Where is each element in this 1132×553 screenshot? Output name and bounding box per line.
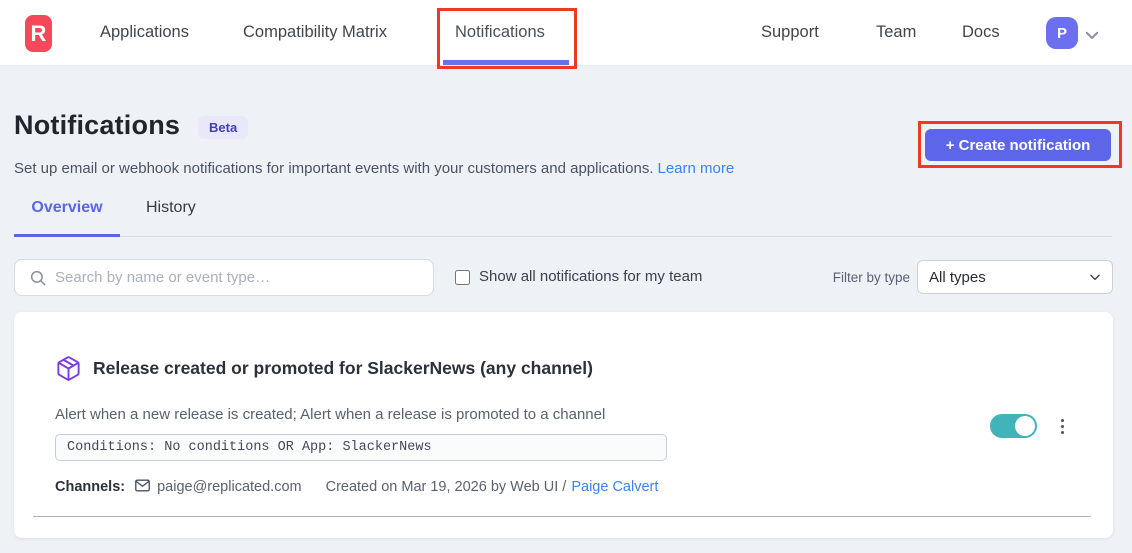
show-all-notifications-label[interactable]: Show all notifications for my team xyxy=(479,268,702,285)
package-icon xyxy=(55,355,82,387)
nav-item-support[interactable]: Support xyxy=(761,23,819,42)
search-icon xyxy=(29,269,47,292)
kebab-menu-icon[interactable] xyxy=(1054,414,1070,438)
beta-badge: Beta xyxy=(198,116,248,139)
show-all-notifications-checkbox[interactable] xyxy=(455,270,470,285)
filter-type-select-wrap: All types xyxy=(917,260,1113,294)
notification-conditions: Conditions: No conditions OR App: Slacke… xyxy=(55,434,667,461)
toggle-knob xyxy=(1015,416,1035,436)
channels-label: Channels: xyxy=(55,479,125,495)
top-nav: R Applications Compatibility Matrix Noti… xyxy=(0,0,1132,66)
card-divider xyxy=(33,516,1091,517)
notification-card: Release created or promoted for SlackerN… xyxy=(14,312,1113,538)
user-avatar[interactable]: P xyxy=(1046,17,1078,49)
page-description: Set up email or webhook notifications fo… xyxy=(14,160,734,177)
tab-history[interactable]: History xyxy=(146,199,196,217)
tab-active-underline xyxy=(14,234,120,237)
notifications-page: R Applications Compatibility Matrix Noti… xyxy=(0,0,1132,553)
nav-item-applications[interactable]: Applications xyxy=(100,23,189,42)
page-description-text: Set up email or webhook notifications fo… xyxy=(14,160,654,177)
replicated-logo[interactable]: R xyxy=(25,15,52,52)
nav-active-indicator xyxy=(443,60,569,65)
filter-type-select[interactable]: All types xyxy=(917,260,1113,294)
search-input[interactable] xyxy=(55,261,425,294)
learn-more-link[interactable]: Learn more xyxy=(658,160,735,177)
nav-item-compatibility-matrix[interactable]: Compatibility Matrix xyxy=(243,23,387,42)
nav-item-docs[interactable]: Docs xyxy=(962,23,1000,42)
created-by-link[interactable]: Paige Calvert xyxy=(571,479,658,495)
filter-by-type-label: Filter by type xyxy=(816,270,910,285)
notification-title: Release created or promoted for SlackerN… xyxy=(93,358,593,379)
channels-row: Channels: paige@replicated.com Created o… xyxy=(55,476,658,497)
mail-icon xyxy=(134,477,151,498)
tabs-divider xyxy=(14,236,1112,237)
tab-overview[interactable]: Overview xyxy=(14,199,120,217)
nav-item-team[interactable]: Team xyxy=(876,23,916,42)
create-notification-button[interactable]: + Create notification xyxy=(925,129,1111,161)
page-title: Notifications xyxy=(14,110,180,141)
notification-enabled-toggle[interactable] xyxy=(990,414,1037,438)
nav-item-notifications[interactable]: Notifications xyxy=(455,23,545,42)
notification-description: Alert when a new release is created; Ale… xyxy=(55,406,605,423)
channel-email: paige@replicated.com xyxy=(157,479,302,495)
chevron-down-icon[interactable] xyxy=(1083,26,1101,49)
created-text: Created on Mar 19, 2026 by Web UI / xyxy=(326,479,567,495)
search-box xyxy=(14,259,434,296)
